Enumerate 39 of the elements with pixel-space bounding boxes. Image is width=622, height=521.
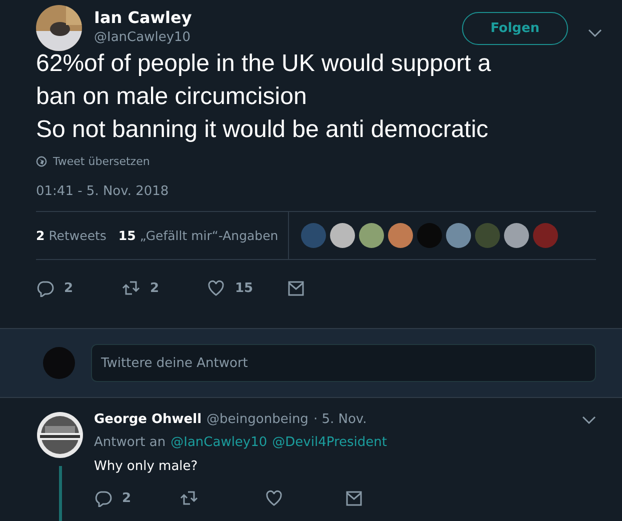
avatar-icon[interactable] — [359, 223, 384, 248]
avatar-icon[interactable] — [330, 223, 356, 248]
reply-field[interactable]: Twittere deine Antwort — [91, 344, 596, 382]
reply-icon[interactable] — [36, 279, 54, 297]
stat-link[interactable]: 15 „Gefällt mir“-Angaben — [118, 228, 278, 243]
stat-link[interactable]: 2 Retweets — [36, 228, 106, 243]
reply-date: · 5. Nov. — [313, 412, 368, 427]
action-count: 2 — [64, 280, 74, 296]
reply-text: Why only male? — [94, 459, 199, 474]
translate-link[interactable]: Tweet übersetzen — [53, 155, 150, 168]
follow-button[interactable]: Folgen — [462, 12, 568, 45]
action-count: 2 — [122, 490, 132, 506]
author-handle: @IanCawley10 — [94, 30, 192, 45]
chevron-icon[interactable] — [582, 414, 596, 424]
timestamp: 01:41 - 5. Nov. 2018 — [36, 184, 170, 199]
reply-author-name: George Ohwell — [94, 412, 202, 427]
tweet-text: ban on male circumcision — [36, 82, 308, 112]
tweet-text: 62%of of people in the UK would support a — [36, 49, 492, 79]
chevron-icon[interactable] — [588, 28, 602, 38]
avatar-icon[interactable] — [504, 223, 530, 248]
retweet-icon[interactable] — [180, 489, 198, 507]
envelope-icon[interactable] — [287, 279, 305, 297]
globe-icon — [36, 156, 47, 167]
avatar-icon[interactable] — [446, 223, 472, 248]
action-count: 15 — [235, 280, 254, 296]
mention-link[interactable]: @Devil4President — [272, 435, 388, 450]
reply-icon[interactable] — [94, 489, 112, 507]
heart-icon[interactable] — [265, 489, 283, 507]
reply-author-handle: @beingonbeing — [206, 412, 308, 427]
tweet-text: So not banning it would be anti democratic — [36, 115, 490, 145]
user-avatar — [43, 347, 75, 379]
author-name: Ian Cawley — [94, 8, 193, 27]
replying-to-label: Antwort an — [94, 435, 166, 450]
mention-link[interactable]: @IanCawley10 — [170, 435, 268, 450]
envelope-icon[interactable] — [345, 489, 363, 507]
heart-icon[interactable] — [207, 279, 225, 297]
action-count: 2 — [150, 280, 160, 296]
retweet-icon[interactable] — [122, 279, 140, 297]
avatar-icon[interactable] — [388, 223, 414, 248]
